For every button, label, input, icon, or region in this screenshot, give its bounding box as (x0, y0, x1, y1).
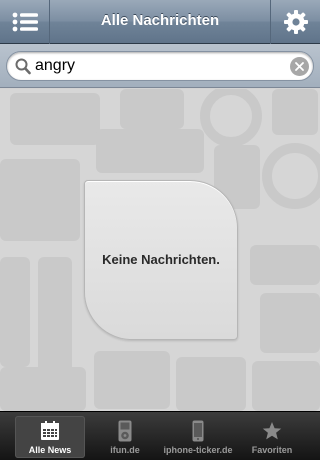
magnifier-icon (15, 58, 31, 75)
empty-state-card: Keine Nachrichten. (84, 180, 238, 340)
navigation-bar: Alle Nachrichten (0, 0, 320, 44)
news-list[interactable]: Keine Nachrichten. (0, 89, 320, 411)
settings-button[interactable] (270, 0, 320, 44)
search-input[interactable] (35, 56, 285, 76)
tab-label: ifun.de (110, 445, 140, 455)
search-field[interactable] (6, 51, 314, 81)
tab-label: iphone-ticker.de (163, 445, 233, 455)
tab-label: Favoriten (251, 445, 293, 455)
gear-icon (283, 10, 308, 34)
star-icon (262, 422, 282, 440)
tab-label: Alle News (28, 445, 72, 455)
x-icon (295, 62, 304, 71)
iphone-icon (192, 420, 204, 442)
tab-iphone-ticker[interactable]: iphone-ticker.de (163, 416, 233, 458)
clear-icon[interactable] (290, 57, 309, 76)
ipod-icon (118, 420, 132, 442)
empty-message: Keine Nachrichten. (102, 252, 220, 267)
tab-alle-news[interactable]: Alle News (15, 416, 85, 458)
tab-bar: Alle News ifun.de iphone-ticker.de Favor… (0, 411, 320, 460)
calendar-icon (41, 421, 59, 440)
search-bar (0, 44, 320, 88)
tab-favoriten[interactable]: Favoriten (237, 416, 307, 458)
tab-ifun[interactable]: ifun.de (90, 416, 160, 458)
